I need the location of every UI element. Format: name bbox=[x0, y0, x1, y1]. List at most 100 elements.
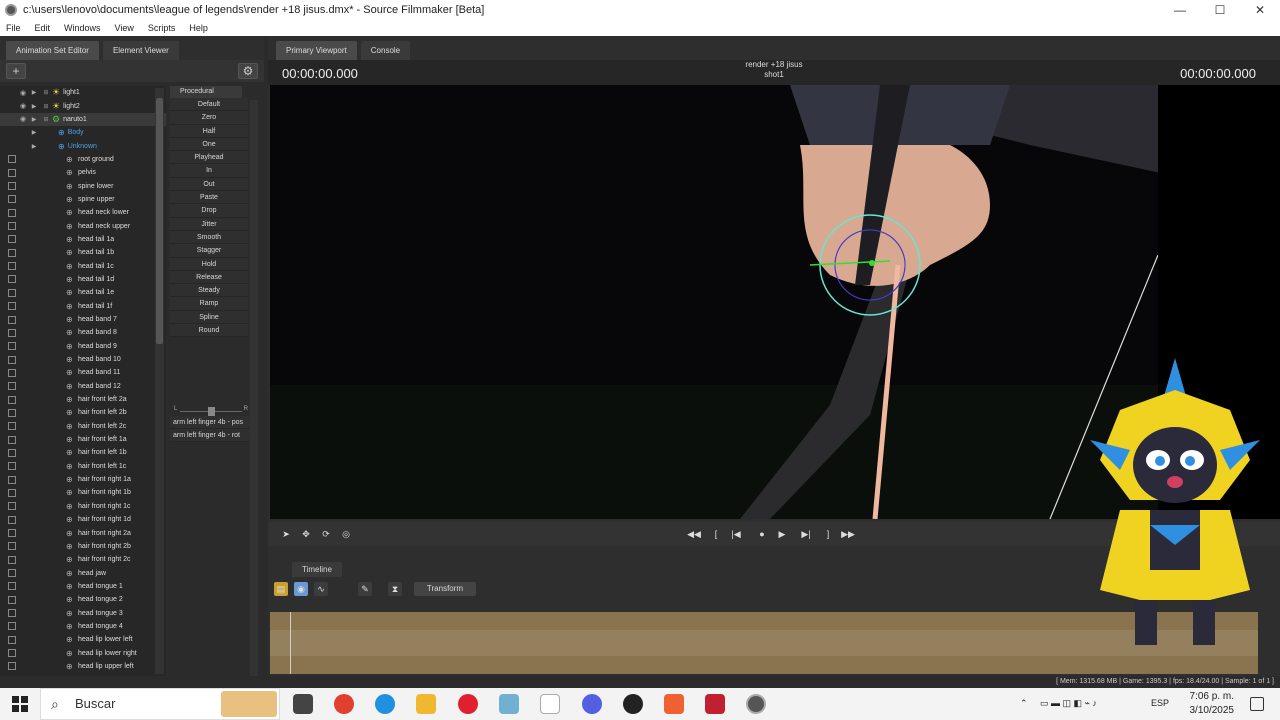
bone-checkbox[interactable] bbox=[8, 222, 16, 231]
bone-checkbox[interactable] bbox=[8, 235, 16, 244]
procedural-release-button[interactable]: Release bbox=[170, 270, 248, 285]
bone-row[interactable]: ⊕ hair front left 2a bbox=[0, 393, 166, 406]
control-item-rot[interactable]: arm left finger 4b - rot bbox=[170, 429, 250, 442]
move-tool-icon[interactable]: ✥ bbox=[298, 527, 314, 541]
bone-row[interactable]: ⊕ hair front left 1b bbox=[0, 446, 166, 459]
notepad-icon[interactable] bbox=[540, 694, 560, 714]
play-icon[interactable]: ▶ bbox=[774, 527, 790, 541]
bone-checkbox[interactable] bbox=[8, 315, 16, 324]
bone-checkbox[interactable] bbox=[8, 422, 16, 431]
bone-checkbox[interactable] bbox=[8, 582, 16, 591]
bone-row[interactable]: ⊕ hair front right 2b bbox=[0, 540, 166, 553]
bone-checkbox[interactable] bbox=[8, 662, 16, 671]
add-animation-set-button[interactable]: + bbox=[6, 63, 26, 79]
tray-chevron-icon[interactable]: ⌃ bbox=[1020, 698, 1028, 709]
bone-checkbox[interactable] bbox=[8, 649, 16, 658]
filter-icon[interactable]: ⧗ bbox=[388, 582, 402, 596]
playhead[interactable] bbox=[290, 612, 291, 674]
bone-checkbox[interactable] bbox=[8, 208, 16, 217]
procedural-steady-button[interactable]: Steady bbox=[170, 284, 248, 298]
expand-arrow-icon[interactable]: ▶ bbox=[28, 143, 40, 150]
bone-row[interactable]: ⊕ head lip upper left bbox=[0, 660, 166, 673]
bone-row[interactable]: ⊕ hair front right 1d bbox=[0, 513, 166, 526]
bone-row[interactable]: ⊕ root ground bbox=[0, 153, 166, 166]
procedural-default-button[interactable]: Default bbox=[170, 98, 248, 112]
bone-checkbox[interactable] bbox=[8, 515, 16, 524]
bone-row[interactable]: ⊕ hair front left 1c bbox=[0, 460, 166, 473]
expand-plus-icon[interactable]: ⊞ bbox=[40, 103, 52, 110]
procedural-in-button[interactable]: In bbox=[170, 164, 248, 178]
chrome-icon[interactable] bbox=[334, 694, 354, 714]
bone-checkbox[interactable] bbox=[8, 529, 16, 538]
bone-row[interactable]: ⊕ head tongue 2 bbox=[0, 593, 166, 606]
next-frame-icon[interactable]: ▶| bbox=[798, 527, 814, 541]
expand-arrow-icon[interactable]: ▶ bbox=[28, 103, 40, 110]
procedural-scrollbar[interactable] bbox=[250, 100, 258, 710]
bone-row[interactable]: ⊕ hair front left 2c bbox=[0, 420, 166, 433]
menu-windows[interactable]: Windows bbox=[64, 23, 101, 33]
menu-file[interactable]: File bbox=[6, 23, 21, 33]
expand-plus-icon[interactable]: ⊞ bbox=[40, 116, 52, 123]
bone-checkbox[interactable] bbox=[8, 595, 16, 604]
record-icon[interactable]: ● bbox=[754, 527, 770, 541]
bone-row[interactable]: ⊕ hair front left 2b bbox=[0, 406, 166, 419]
expand-arrow-icon[interactable]: ▶ bbox=[28, 89, 40, 96]
bone-checkbox[interactable] bbox=[8, 248, 16, 257]
tab-primary-viewport[interactable]: Primary Viewport bbox=[276, 41, 357, 60]
bone-row[interactable]: ⊕ head tongue 1 bbox=[0, 580, 166, 593]
procedural-paste-button[interactable]: Paste bbox=[170, 191, 248, 205]
bone-checkbox[interactable] bbox=[8, 302, 16, 311]
taskbar-clock[interactable]: 7:06 p. m. 3/10/2025 bbox=[1190, 690, 1235, 718]
tab-animation-set-editor[interactable]: Animation Set Editor bbox=[6, 41, 99, 60]
procedural-spline-button[interactable]: Spline bbox=[170, 310, 248, 325]
bone-checkbox[interactable] bbox=[8, 168, 16, 177]
bone-checkbox[interactable] bbox=[8, 355, 16, 364]
tab-console[interactable]: Console bbox=[360, 41, 411, 60]
tree-item-body[interactable]: ▶ ⊕ Body bbox=[0, 126, 166, 139]
tree-scrollbar[interactable] bbox=[155, 88, 164, 674]
brave-icon[interactable] bbox=[664, 694, 684, 714]
bone-row[interactable]: ⊕ head tail 1c bbox=[0, 259, 166, 272]
mark-in-icon[interactable]: [ bbox=[708, 527, 724, 541]
bone-checkbox[interactable] bbox=[8, 155, 16, 164]
bone-row[interactable]: ⊕ hair front right 1c bbox=[0, 500, 166, 513]
steam-icon[interactable] bbox=[623, 694, 643, 714]
bone-checkbox[interactable] bbox=[8, 635, 16, 644]
bone-row[interactable]: ⊕ hair front right 1a bbox=[0, 473, 166, 486]
sfm-taskbar-icon[interactable] bbox=[746, 694, 766, 714]
bone-row[interactable]: ⊕ head tail 1a bbox=[0, 233, 166, 246]
expand-arrow-icon[interactable]: ▶ bbox=[28, 116, 40, 123]
fast-forward-icon[interactable]: ▶▶ bbox=[840, 527, 856, 541]
bone-checkbox[interactable] bbox=[8, 328, 16, 337]
bone-checkbox[interactable] bbox=[8, 368, 16, 377]
bone-checkbox[interactable] bbox=[8, 408, 16, 417]
procedural-playhead-button[interactable]: Playhead bbox=[170, 151, 248, 165]
procedural-ramp-button[interactable]: Ramp bbox=[170, 297, 248, 311]
procedural-one-button[interactable]: One bbox=[170, 137, 248, 152]
bone-row[interactable]: ⊕ hair front right 2c bbox=[0, 553, 166, 566]
settings-button[interactable]: ⚙ bbox=[238, 63, 258, 79]
bone-row[interactable]: ⊕ head band 12 bbox=[0, 380, 166, 393]
procedural-out-button[interactable]: Out bbox=[170, 177, 248, 192]
bone-checkbox[interactable] bbox=[8, 195, 16, 204]
bone-checkbox[interactable] bbox=[8, 569, 16, 578]
bone-row[interactable]: ⊕ hair front right 2a bbox=[0, 526, 166, 539]
bone-row[interactable]: ⊕ hair front right 1b bbox=[0, 486, 166, 499]
procedural-hold-button[interactable]: Hold bbox=[170, 257, 248, 271]
bone-row[interactable]: ⊕ head band 9 bbox=[0, 340, 166, 353]
app-icon[interactable] bbox=[499, 694, 519, 714]
bone-checkbox[interactable] bbox=[8, 182, 16, 191]
bone-checkbox[interactable] bbox=[8, 395, 16, 404]
rewind-icon[interactable]: ◀◀ bbox=[686, 527, 702, 541]
bone-checkbox[interactable] bbox=[8, 462, 16, 471]
tree-scrollbar-thumb[interactable] bbox=[156, 98, 163, 344]
bone-row[interactable]: ⊕ head jaw bbox=[0, 566, 166, 579]
bone-row[interactable]: ⊕ head lip lower right bbox=[0, 646, 166, 659]
bone-checkbox[interactable] bbox=[8, 435, 16, 444]
game-launcher-icon[interactable] bbox=[705, 694, 725, 714]
menu-edit[interactable]: Edit bbox=[35, 23, 51, 33]
expand-arrow-icon[interactable]: ▶ bbox=[28, 129, 40, 136]
bone-row[interactable]: ⊕ head tail 1e bbox=[0, 286, 166, 299]
bone-checkbox[interactable] bbox=[8, 488, 16, 497]
procedural-drop-button[interactable]: Drop bbox=[170, 204, 248, 218]
